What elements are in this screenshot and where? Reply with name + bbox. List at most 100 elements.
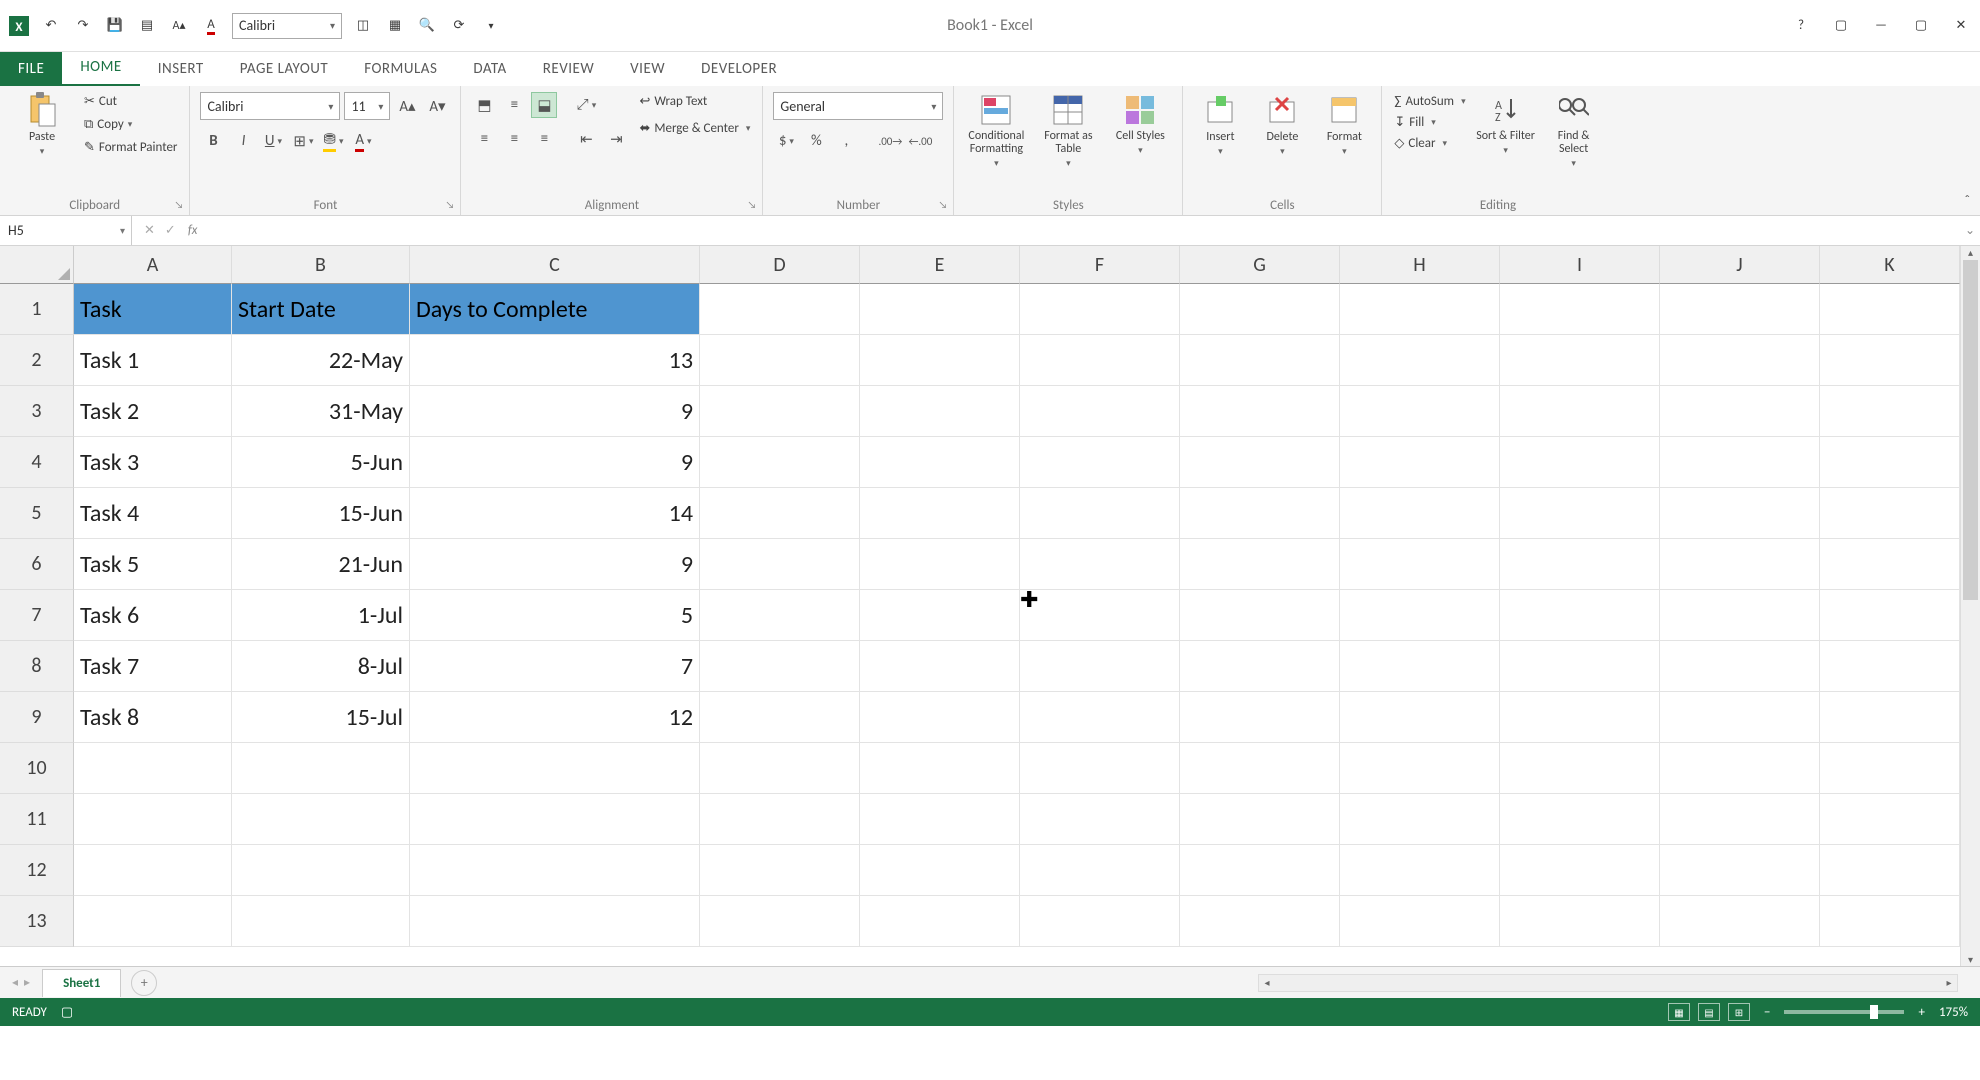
row-header-3[interactable]: 3 bbox=[0, 386, 74, 437]
cell-K10[interactable] bbox=[1820, 743, 1960, 794]
cell-A1[interactable]: Task bbox=[74, 284, 232, 335]
vertical-scrollbar[interactable]: ▴ ▾ bbox=[1960, 246, 1980, 966]
tab-data[interactable]: DATA bbox=[455, 52, 524, 86]
insert-cells-button[interactable]: Insert▾ bbox=[1193, 92, 1247, 157]
zoom-level-label[interactable]: 175% bbox=[1939, 1005, 1968, 1020]
cell-J13[interactable] bbox=[1660, 896, 1820, 947]
row-header-2[interactable]: 2 bbox=[0, 335, 74, 386]
cell-B6[interactable]: 21-Jun bbox=[232, 539, 410, 590]
cell-F13[interactable] bbox=[1020, 896, 1180, 947]
cell-C11[interactable] bbox=[410, 794, 700, 845]
cell-E7[interactable] bbox=[860, 590, 1020, 641]
format-cells-button[interactable]: Format▾ bbox=[1317, 92, 1371, 157]
column-header-F[interactable]: F bbox=[1020, 246, 1180, 284]
cell-H2[interactable] bbox=[1340, 335, 1500, 386]
font-grow-icon[interactable]: A▴ bbox=[168, 15, 190, 37]
cell-K11[interactable] bbox=[1820, 794, 1960, 845]
paste-button[interactable]: Paste ▾ bbox=[10, 92, 74, 157]
cell-D6[interactable] bbox=[700, 539, 860, 590]
cell-I3[interactable] bbox=[1500, 386, 1660, 437]
number-format-combo[interactable]: General▾ bbox=[773, 92, 943, 120]
font-size-combo[interactable]: 11▾ bbox=[344, 92, 390, 120]
cell-A3[interactable]: Task 2 bbox=[74, 386, 232, 437]
row-header-12[interactable]: 12 bbox=[0, 845, 74, 896]
column-header-H[interactable]: H bbox=[1340, 246, 1500, 284]
cell-D12[interactable] bbox=[700, 845, 860, 896]
cell-H6[interactable] bbox=[1340, 539, 1500, 590]
cell-H5[interactable] bbox=[1340, 488, 1500, 539]
cell-H4[interactable] bbox=[1340, 437, 1500, 488]
cell-F11[interactable] bbox=[1020, 794, 1180, 845]
normal-view-icon[interactable]: ▦ bbox=[1668, 1003, 1690, 1021]
cut-button[interactable]: ✂Cut bbox=[82, 92, 179, 111]
cell-K9[interactable] bbox=[1820, 692, 1960, 743]
collapse-ribbon-icon[interactable]: ˆ bbox=[1964, 192, 1970, 209]
help-icon[interactable]: ? bbox=[1790, 15, 1812, 37]
qat-icon-3[interactable]: 🔍 bbox=[416, 15, 438, 37]
font-dialog-launcher[interactable]: ↘ bbox=[446, 198, 455, 211]
cell-E4[interactable] bbox=[860, 437, 1020, 488]
font-name-combo[interactable]: Calibri▾ bbox=[200, 92, 340, 120]
zoom-slider[interactable] bbox=[1784, 1010, 1904, 1014]
enter-formula-icon[interactable]: ✓ bbox=[165, 223, 176, 238]
cell-H8[interactable] bbox=[1340, 641, 1500, 692]
merge-center-button[interactable]: ⬌Merge & Center bbox=[637, 119, 752, 138]
cell-G3[interactable] bbox=[1180, 386, 1340, 437]
cell-D9[interactable] bbox=[700, 692, 860, 743]
row-header-8[interactable]: 8 bbox=[0, 641, 74, 692]
column-header-C[interactable]: C bbox=[410, 246, 700, 284]
formula-input[interactable] bbox=[205, 216, 1960, 245]
align-right-icon[interactable]: ≡ bbox=[531, 126, 557, 152]
cell-E8[interactable] bbox=[860, 641, 1020, 692]
cell-K1[interactable] bbox=[1820, 284, 1960, 335]
cell-H10[interactable] bbox=[1340, 743, 1500, 794]
cell-I7[interactable] bbox=[1500, 590, 1660, 641]
decrease-font-icon[interactable]: A▾ bbox=[424, 93, 450, 119]
cell-E12[interactable] bbox=[860, 845, 1020, 896]
cell-K13[interactable] bbox=[1820, 896, 1960, 947]
cell-D3[interactable] bbox=[700, 386, 860, 437]
cell-B9[interactable]: 15-Jul bbox=[232, 692, 410, 743]
new-sheet-button[interactable]: + bbox=[131, 970, 157, 996]
cell-B5[interactable]: 15-Jun bbox=[232, 488, 410, 539]
cell-A6[interactable]: Task 5 bbox=[74, 539, 232, 590]
cell-G5[interactable] bbox=[1180, 488, 1340, 539]
tab-home[interactable]: HOME bbox=[62, 50, 139, 86]
cell-C13[interactable] bbox=[410, 896, 700, 947]
cell-K12[interactable] bbox=[1820, 845, 1960, 896]
cell-G10[interactable] bbox=[1180, 743, 1340, 794]
cell-D5[interactable] bbox=[700, 488, 860, 539]
cell-F6[interactable] bbox=[1020, 539, 1180, 590]
cell-E13[interactable] bbox=[860, 896, 1020, 947]
vscroll-thumb[interactable] bbox=[1963, 260, 1978, 600]
cancel-formula-icon[interactable]: ✕ bbox=[144, 223, 155, 238]
autosum-button[interactable]: ∑AutoSum bbox=[1392, 92, 1467, 111]
cells-area[interactable]: TaskStart DateDays to CompleteTask 122-M… bbox=[74, 284, 1960, 947]
increase-font-icon[interactable]: A▴ bbox=[394, 93, 420, 119]
select-all-corner[interactable] bbox=[0, 246, 74, 284]
cell-H11[interactable] bbox=[1340, 794, 1500, 845]
column-header-D[interactable]: D bbox=[700, 246, 860, 284]
find-select-button[interactable]: Find & Select▾ bbox=[1544, 92, 1604, 169]
italic-button[interactable]: I bbox=[230, 128, 256, 154]
cell-I8[interactable] bbox=[1500, 641, 1660, 692]
cell-I4[interactable] bbox=[1500, 437, 1660, 488]
format-as-table-button[interactable]: Format as Table▾ bbox=[1036, 92, 1100, 169]
macro-record-icon[interactable]: ▢ bbox=[61, 1005, 73, 1020]
row-header-1[interactable]: 1 bbox=[0, 284, 74, 335]
cell-I1[interactable] bbox=[1500, 284, 1660, 335]
cell-G12[interactable] bbox=[1180, 845, 1340, 896]
cell-E2[interactable] bbox=[860, 335, 1020, 386]
row-header-13[interactable]: 13 bbox=[0, 896, 74, 947]
scroll-up-icon[interactable]: ▴ bbox=[1961, 246, 1980, 259]
page-break-view-icon[interactable]: ⊞ bbox=[1728, 1003, 1750, 1021]
cell-I6[interactable] bbox=[1500, 539, 1660, 590]
increase-decimal-icon[interactable]: .00→ bbox=[877, 128, 903, 154]
tab-view[interactable]: VIEW bbox=[612, 52, 683, 86]
cell-I2[interactable] bbox=[1500, 335, 1660, 386]
cell-H1[interactable] bbox=[1340, 284, 1500, 335]
cell-J10[interactable] bbox=[1660, 743, 1820, 794]
cell-D1[interactable] bbox=[700, 284, 860, 335]
underline-button[interactable]: U bbox=[260, 128, 286, 154]
cell-B10[interactable] bbox=[232, 743, 410, 794]
